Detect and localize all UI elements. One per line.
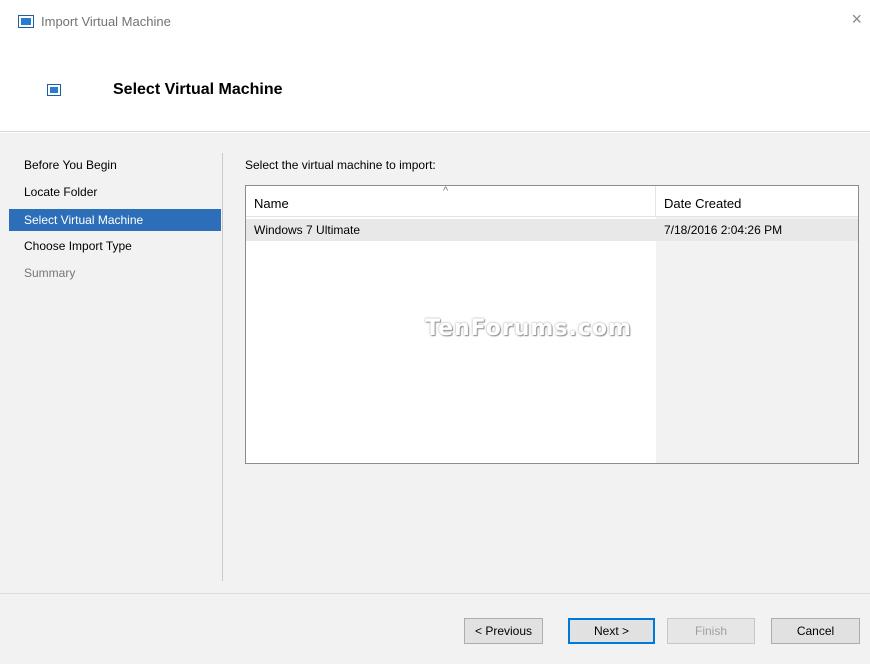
- previous-button[interactable]: < Previous: [464, 618, 543, 644]
- cancel-button[interactable]: Cancel: [771, 618, 860, 644]
- select-vm-prompt: Select the virtual machine to import:: [245, 158, 436, 172]
- column-header-name[interactable]: Name: [254, 196, 289, 211]
- next-button[interactable]: Next >: [568, 618, 655, 644]
- nav-item-before-you-begin[interactable]: Before You Begin: [9, 153, 221, 180]
- nav-item-summary: Summary: [24, 266, 76, 280]
- title-bar: Import Virtual Machine ×: [0, 0, 870, 42]
- nav-item-choose-import-type[interactable]: Choose Import Type: [9, 234, 221, 261]
- column-separator[interactable]: [655, 186, 656, 217]
- window-title: Import Virtual Machine: [41, 14, 171, 29]
- nav-item-select-virtual-machine[interactable]: Select Virtual Machine: [9, 209, 221, 231]
- column-header-date-created[interactable]: Date Created: [664, 196, 741, 211]
- wizard-header: Select Virtual Machine: [0, 42, 870, 132]
- watermark: TenForums.com: [425, 316, 632, 341]
- wizard-body: Before You Begin Locate Folder Select Vi…: [0, 133, 870, 593]
- wizard-steps-nav: Before You Begin Locate Folder Select Vi…: [9, 153, 221, 288]
- list-header: Name ^ Date Created: [246, 186, 858, 217]
- sort-ascending-icon: ^: [443, 185, 449, 197]
- import-vm-window: Import Virtual Machine × Select Virtual …: [0, 0, 870, 664]
- import-vm-icon: [18, 15, 34, 28]
- finish-button: Finish: [667, 618, 755, 644]
- vm-date-cell: 7/18/2016 2:04:26 PM: [664, 223, 783, 237]
- wizard-footer: < Previous Next > Finish Cancel: [0, 593, 870, 664]
- page-title: Select Virtual Machine: [113, 81, 283, 98]
- vm-name-cell: Windows 7 Ultimate: [254, 223, 361, 237]
- close-icon[interactable]: ×: [851, 10, 862, 28]
- import-vm-icon: [47, 84, 61, 96]
- nav-item-locate-folder[interactable]: Locate Folder: [9, 180, 221, 207]
- nav-divider: [222, 153, 223, 581]
- table-row[interactable]: Windows 7 Ultimate 7/18/2016 2:04:26 PM: [246, 219, 858, 241]
